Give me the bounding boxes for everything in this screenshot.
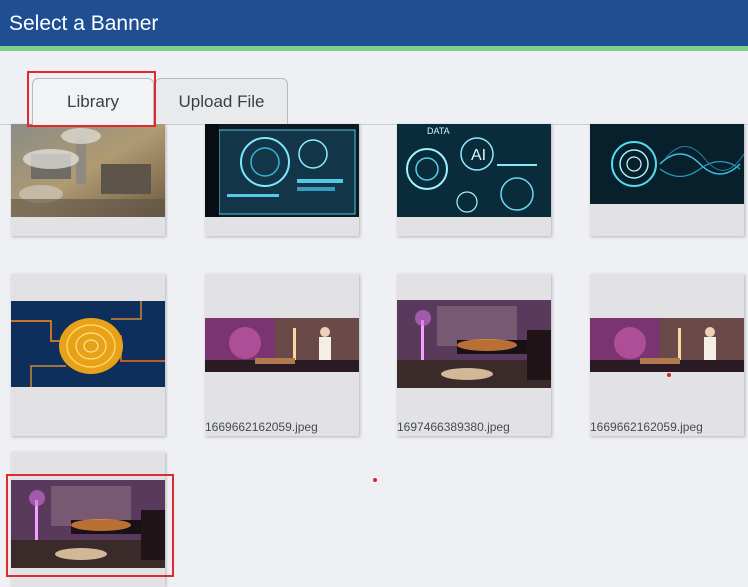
banner-thumbnail-7[interactable] bbox=[397, 274, 551, 436]
svg-text:DATA: DATA bbox=[427, 126, 450, 136]
svg-text:AI: AI bbox=[471, 147, 486, 164]
banner-image-fingerprint bbox=[590, 124, 744, 204]
banner-image-industrial bbox=[11, 124, 165, 217]
banner-image-circuit bbox=[11, 301, 165, 387]
thumbnail-caption-8: 1669662162059.jpeg bbox=[590, 420, 703, 434]
banner-image-living-room-lights bbox=[397, 300, 551, 388]
banner-image-living-room-woman-2 bbox=[590, 318, 744, 372]
banner-thumbnail-6[interactable] bbox=[205, 274, 359, 436]
banner-thumbnail-4[interactable] bbox=[590, 124, 744, 236]
banner-image-living-room-lights-2 bbox=[11, 480, 165, 568]
banner-thumbnail-3[interactable]: AI DATA bbox=[397, 124, 551, 236]
thumbnail-caption-7: 1697466389380.jpeg bbox=[397, 420, 510, 434]
banner-thumbnail-8[interactable] bbox=[590, 274, 744, 436]
tab-library[interactable]: Library bbox=[32, 78, 154, 125]
banner-thumbnail-5[interactable] bbox=[11, 274, 165, 436]
banner-image-tech-monitor bbox=[205, 124, 359, 217]
banner-thumbnail-1[interactable] bbox=[11, 124, 165, 236]
tab-upload-file[interactable]: Upload File bbox=[155, 78, 288, 124]
thumbnail-caption-6: 1669662162059.jpeg bbox=[205, 420, 318, 434]
tab-library-label: Library bbox=[67, 92, 119, 111]
banner-thumbnail-9[interactable] bbox=[11, 452, 165, 587]
cursor-marker-dot bbox=[373, 478, 377, 482]
window-title: Select a Banner bbox=[9, 12, 159, 35]
cursor-marker-dot-2 bbox=[667, 373, 671, 377]
tab-upload-file-label: Upload File bbox=[178, 91, 265, 111]
title-bar: Select a Banner bbox=[0, 0, 748, 51]
banner-image-living-room-woman bbox=[205, 318, 359, 372]
banner-thumbnail-2[interactable] bbox=[205, 124, 359, 236]
banner-image-data-ai: AI DATA bbox=[397, 124, 551, 217]
